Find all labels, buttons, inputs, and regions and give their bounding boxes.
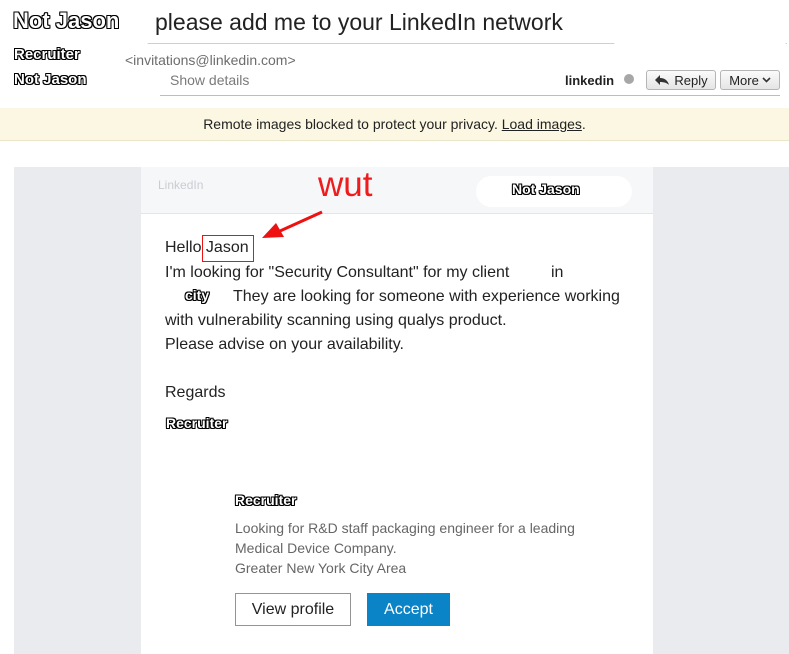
profile-desc-line-2: Medical Device Company. bbox=[235, 540, 397, 556]
redaction-top-right bbox=[613, 37, 787, 65]
signature: Recruiter bbox=[166, 415, 228, 431]
body-line-4: Please advise on your availability. bbox=[165, 336, 404, 353]
city-label: city bbox=[185, 287, 210, 303]
profile-desc-line-1: Looking for R&D staff packaging engineer… bbox=[235, 520, 575, 536]
tag-color-dot bbox=[624, 74, 634, 84]
body-line-3: with vulnerability scanning using qualys… bbox=[165, 312, 507, 329]
annotation-highlight-box bbox=[202, 235, 254, 262]
regards: Regards bbox=[165, 384, 226, 401]
tag-label[interactable]: linkedin bbox=[565, 73, 614, 88]
body-line-1-end: in bbox=[551, 264, 564, 281]
annotation-wut: wut bbox=[318, 165, 373, 204]
reply-button[interactable]: Reply bbox=[646, 70, 716, 90]
notice-suffix: . bbox=[581, 116, 586, 132]
from-address[interactable]: <invitations@linkedin.com> bbox=[125, 52, 296, 68]
linkedin-brand: LinkedIn bbox=[158, 178, 204, 192]
greeting: Hello bbox=[165, 239, 202, 256]
body-line-1: I'm looking for "Security Consultant" fo… bbox=[165, 264, 509, 282]
recipient-label: Not Jason bbox=[512, 181, 580, 197]
more-label: More bbox=[729, 72, 759, 88]
chevron-down-icon bbox=[762, 77, 771, 83]
reply-arrow-icon bbox=[655, 75, 670, 85]
reply-label: Reply bbox=[674, 72, 708, 88]
notice-text: Remote images blocked to protect your pr… bbox=[203, 116, 498, 132]
annotation-arrow-icon bbox=[262, 210, 323, 238]
from-name-not-jason: Not Jason bbox=[14, 71, 87, 88]
remote-images-notice: Remote images blocked to protect your pr… bbox=[0, 108, 789, 141]
body-line-1-text: I'm looking for "Security Consultant" fo… bbox=[165, 264, 510, 281]
load-images-link[interactable]: Load images bbox=[502, 116, 582, 132]
body-line-2: They are looking for someone with experi… bbox=[233, 288, 620, 305]
header-underline bbox=[160, 95, 780, 96]
accept-button[interactable]: Accept bbox=[367, 593, 450, 626]
profile-name[interactable]: Recruiter bbox=[235, 492, 296, 508]
message-header: Not Jason please add me to your LinkedIn… bbox=[0, 0, 789, 108]
more-button[interactable]: More bbox=[720, 70, 780, 90]
profile-desc-line-3: Greater New York City Area bbox=[235, 560, 407, 576]
show-details-link[interactable]: Show details bbox=[170, 72, 249, 88]
email-subject: please add me to your LinkedIn network bbox=[155, 9, 563, 35]
view-profile-button[interactable]: View profile bbox=[235, 593, 351, 626]
from-name-recruiter: Recruiter bbox=[14, 46, 80, 63]
sender-name: Not Jason bbox=[13, 8, 120, 33]
